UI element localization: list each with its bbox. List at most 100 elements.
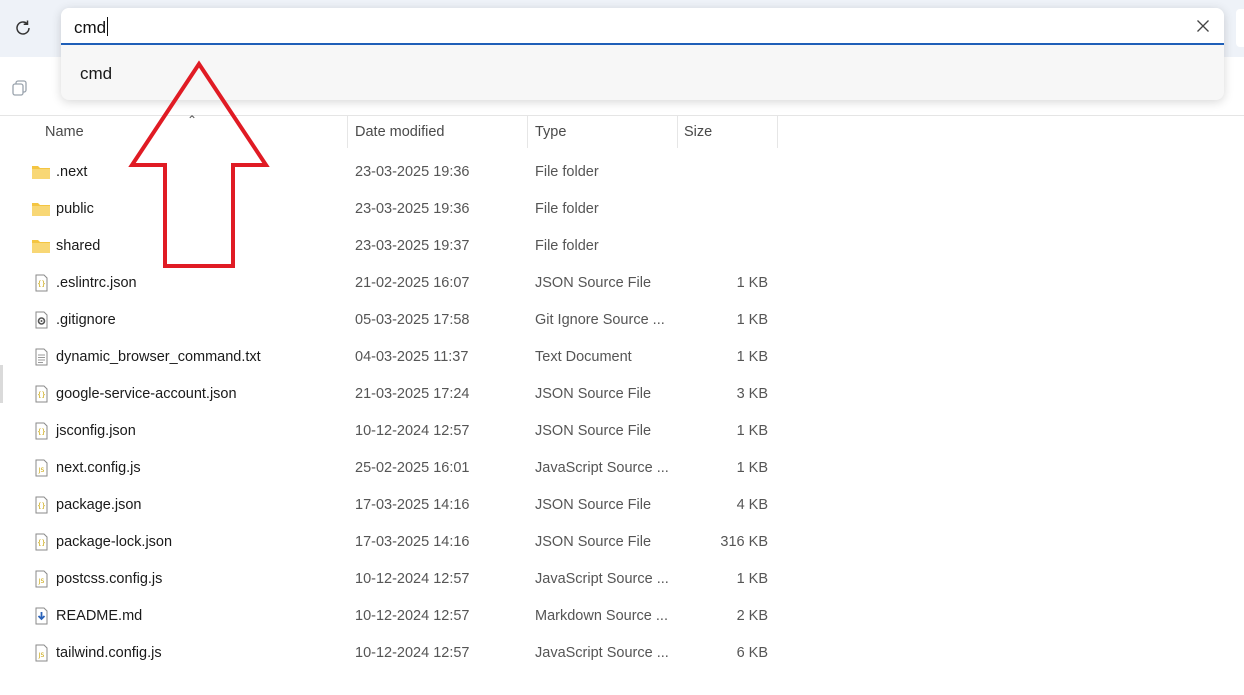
file-size: 1 KB [736, 312, 768, 328]
column-separator[interactable] [347, 116, 348, 148]
toolbar-button-partial[interactable] [1236, 9, 1244, 47]
json-file-icon: {} [31, 496, 51, 514]
file-type: JSON Source File [535, 423, 652, 439]
folder-icon [31, 200, 51, 218]
file-size: 1 KB [736, 571, 768, 587]
file-size: 1 KB [736, 423, 768, 439]
file-name: shared [56, 238, 101, 254]
svg-text:{}: {} [37, 280, 45, 288]
file-row[interactable]: .next 23-03-2025 19:36 File folder [0, 154, 800, 191]
file-size: 6 KB [736, 645, 768, 661]
column-separator[interactable] [677, 116, 678, 148]
file-date-modified: 04-03-2025 11:37 [355, 349, 469, 365]
file-size: 1 KB [736, 275, 768, 291]
file-size: 3 KB [736, 386, 768, 402]
refresh-button[interactable] [10, 15, 36, 41]
file-name: .eslintrc.json [56, 275, 137, 291]
file-date-modified: 17-03-2025 14:16 [355, 534, 470, 550]
file-type: File folder [535, 201, 599, 217]
copy-icon[interactable] [10, 78, 30, 98]
file-row[interactable]: JS next.config.js 25-02-2025 16:01 JavaScri… [0, 450, 800, 487]
file-type: JavaScript Source ... [535, 571, 669, 587]
address-bar-input[interactable]: cmd [61, 8, 1224, 45]
svg-text:JS: JS [38, 467, 45, 474]
sort-ascending-icon: ⌃ [187, 113, 198, 127]
file-name: postcss.config.js [56, 571, 163, 587]
file-type: JavaScript Source ... [535, 645, 669, 661]
suggestion-label: cmd [80, 64, 113, 83]
file-name: google-service-account.json [56, 386, 237, 402]
column-separator[interactable] [527, 116, 528, 148]
svg-text:JS: JS [38, 652, 45, 659]
folder-icon [31, 237, 51, 255]
file-name: dynamic_browser_command.txt [56, 349, 261, 365]
file-row[interactable]: {} .eslintrc.json 21-02-2025 16:07 JSON Sou… [0, 265, 800, 302]
file-size: 1 KB [736, 349, 768, 365]
file-row[interactable]: {} package-lock.json 17-03-2025 14:16 JSON … [0, 524, 800, 561]
json-file-icon: {} [31, 422, 51, 440]
file-type: File folder [535, 164, 599, 180]
file-date-modified: 10-12-2024 12:57 [355, 645, 470, 661]
file-date-modified: 21-02-2025 16:07 [355, 275, 470, 291]
column-header-name[interactable]: Name [45, 124, 84, 140]
file-type: JSON Source File [535, 386, 652, 402]
file-row[interactable]: JS postcss.config.js 10-12-2024 12:57 JavaS… [0, 561, 800, 598]
file-name: README.md [56, 608, 143, 624]
json-file-icon: {} [31, 533, 51, 551]
file-size: 316 KB [720, 534, 768, 550]
column-header-type[interactable]: Type [535, 124, 566, 140]
svg-text:{}: {} [37, 539, 45, 547]
file-date-modified: 10-12-2024 12:57 [355, 608, 470, 624]
column-header-size[interactable]: Size [684, 124, 712, 140]
file-date-modified: 05-03-2025 17:58 [355, 312, 470, 328]
column-header-date[interactable]: Date modified [355, 124, 444, 140]
settings-file-icon [31, 311, 51, 329]
file-type: JSON Source File [535, 275, 652, 291]
file-row[interactable]: dynamic_browser_command.txt 04-03-2025 11… [0, 339, 800, 376]
file-row[interactable]: .gitignore 05-03-2025 17:58 Git Ignore Sou… [0, 302, 800, 339]
file-row[interactable]: {} package.json 17-03-2025 14:16 JSON Sourc… [0, 487, 800, 524]
file-row[interactable]: README.md 10-12-2024 12:57 Markdown Source… [0, 598, 800, 635]
file-date-modified: 23-03-2025 19:36 [355, 164, 470, 180]
folder-icon [31, 163, 51, 181]
js-file-icon: JS [31, 459, 51, 477]
file-date-modified: 10-12-2024 12:57 [355, 423, 470, 439]
file-row[interactable]: public 23-03-2025 19:36 File folder [0, 191, 800, 228]
file-type: Git Ignore Source ... [535, 312, 665, 328]
svg-text:{}: {} [37, 502, 45, 510]
file-name: .next [56, 164, 88, 180]
file-type: JavaScript Source ... [535, 460, 669, 476]
svg-text:{}: {} [37, 391, 45, 399]
js-file-icon: JS [31, 644, 51, 662]
file-row[interactable]: {} jsconfig.json 10-12-2024 12:57 JSON Sour… [0, 413, 800, 450]
file-name: package.json [56, 497, 142, 513]
file-size: 1 KB [736, 460, 768, 476]
file-type: JSON Source File [535, 497, 652, 513]
file-date-modified: 10-12-2024 12:57 [355, 571, 470, 587]
file-size: 2 KB [736, 608, 768, 624]
suggestion-item[interactable]: cmd [61, 53, 1224, 93]
text-file-icon [31, 348, 51, 366]
refresh-icon [16, 20, 30, 35]
file-date-modified: 17-03-2025 14:16 [355, 497, 470, 513]
markdown-file-icon [31, 607, 51, 625]
file-name: public [56, 201, 94, 217]
svg-text:{}: {} [37, 428, 45, 436]
file-row[interactable]: shared 23-03-2025 19:37 File folder [0, 228, 800, 265]
column-separator[interactable] [777, 116, 778, 148]
file-size: 4 KB [736, 497, 768, 513]
address-bar-dropdown: cmd cmd [61, 8, 1224, 100]
close-icon[interactable] [1196, 19, 1210, 33]
json-file-icon: {} [31, 385, 51, 403]
file-type: Markdown Source ... [535, 608, 668, 624]
json-file-icon: {} [31, 274, 51, 292]
file-type: Text Document [535, 349, 632, 365]
file-name: package-lock.json [56, 534, 173, 550]
svg-text:JS: JS [38, 578, 45, 585]
file-row[interactable]: {} google-service-account.json 21-03-2025 … [0, 376, 800, 413]
file-date-modified: 21-03-2025 17:24 [355, 386, 470, 402]
file-row[interactable]: JS tailwind.config.js 10-12-2024 12:57 Java… [0, 635, 800, 672]
file-name: .gitignore [56, 312, 116, 328]
file-date-modified: 23-03-2025 19:37 [355, 238, 470, 254]
js-file-icon: JS [31, 570, 51, 588]
